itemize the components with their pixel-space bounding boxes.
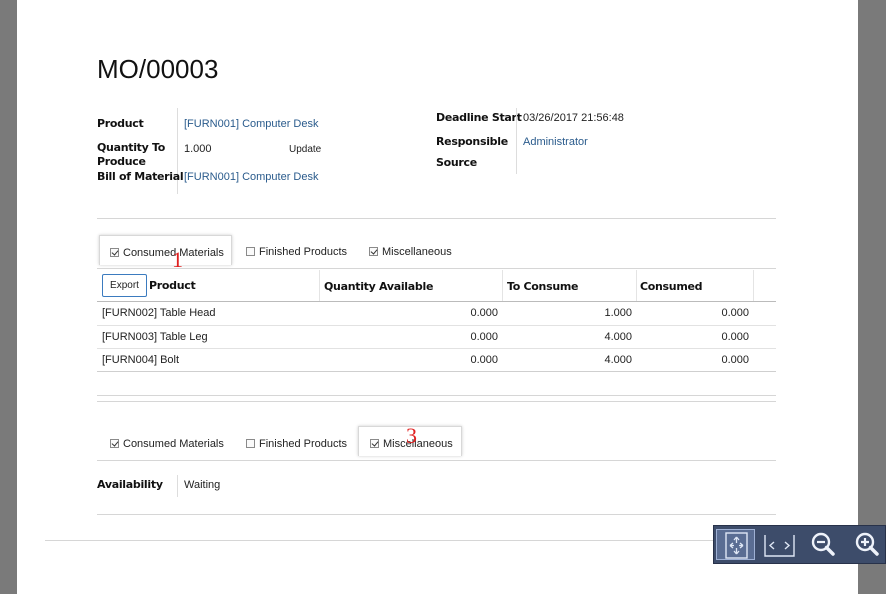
column-divider xyxy=(753,270,754,301)
column-divider xyxy=(502,270,503,301)
zoom-in-icon xyxy=(855,532,879,556)
checkbox-icon xyxy=(110,248,119,257)
product-label: Product xyxy=(97,117,144,130)
fit-page-button[interactable] xyxy=(716,529,755,560)
column-header-product[interactable]: Product xyxy=(149,279,196,292)
tab-label: Miscellaneous xyxy=(382,246,452,258)
checkbox-icon xyxy=(246,439,255,448)
cell-product: [FURN004] Bolt xyxy=(102,354,180,366)
cell-to-consume: 1.000 xyxy=(604,307,632,319)
checkbox-icon xyxy=(370,439,379,448)
cell-consumed: 0.000 xyxy=(721,354,749,366)
qty-label-line1: Quantity To xyxy=(97,141,166,154)
export-button[interactable]: Export xyxy=(102,274,147,297)
fit-width-button[interactable] xyxy=(760,529,799,560)
annotation-marker-1: 1 xyxy=(172,247,183,272)
zoom-out-button[interactable] xyxy=(804,529,843,560)
page-footer-rule xyxy=(45,540,825,541)
deadline-value: 03/26/2017 21:56:48 xyxy=(523,112,624,124)
tab-finished-products[interactable]: Finished Products xyxy=(246,427,347,457)
zoom-out-icon xyxy=(811,532,835,556)
cell-product: [FURN002] Table Head xyxy=(102,307,216,319)
tab-miscellaneous[interactable]: Miscellaneous xyxy=(369,235,452,265)
tab-label: Finished Products xyxy=(259,246,348,258)
qty-value: 1.000 xyxy=(184,143,212,155)
cell-qty-available: 0.000 xyxy=(470,307,498,319)
zoom-in-button[interactable] xyxy=(848,529,886,560)
row-divider xyxy=(97,348,776,349)
tab-label: Finished Products xyxy=(259,438,348,450)
product-link[interactable]: [FURN001] Computer Desk xyxy=(184,118,319,130)
fit-width-icon xyxy=(764,535,795,557)
cell-qty-available: 0.000 xyxy=(470,354,498,366)
bom-label: Bill of Material xyxy=(97,170,184,183)
tab-bar-divider xyxy=(97,268,776,269)
column-divider xyxy=(636,270,637,301)
availability-value: Waiting xyxy=(184,479,221,491)
checkbox-icon xyxy=(110,439,119,448)
responsible-label: Responsible xyxy=(436,135,508,148)
responsible-link[interactable]: Administrator xyxy=(523,136,588,148)
bom-link[interactable]: [FURN001] Computer Desk xyxy=(184,171,319,183)
source-label: Source xyxy=(436,156,477,169)
field-divider xyxy=(177,475,178,497)
checkbox-icon xyxy=(369,247,378,256)
divider xyxy=(97,218,776,219)
tab-label: Miscellaneous xyxy=(383,438,453,450)
table-bottom-border xyxy=(97,371,776,372)
tab-consumed-materials[interactable]: Consumed Materials xyxy=(110,427,224,457)
cell-product: [FURN003] Table Leg xyxy=(102,331,208,343)
table-header-border xyxy=(97,301,776,302)
row-divider xyxy=(97,325,776,326)
tab-bar-divider xyxy=(97,460,776,461)
divider xyxy=(97,514,776,515)
field-divider xyxy=(516,108,517,174)
fit-page-icon xyxy=(725,532,748,559)
tab-finished-products[interactable]: Finished Products xyxy=(246,235,347,265)
column-divider xyxy=(319,270,320,301)
annotation-marker-3: 3 xyxy=(406,423,417,448)
tab-label: Consumed Materials xyxy=(123,438,224,450)
tab-consumed-materials[interactable]: Consumed Materials xyxy=(99,235,232,265)
qty-label-line2: Produce xyxy=(97,155,146,168)
deadline-label: Deadline Start xyxy=(436,111,522,124)
divider xyxy=(97,401,776,402)
column-header-to-consume[interactable]: To Consume xyxy=(507,280,579,293)
availability-label: Availability xyxy=(97,478,163,491)
cell-to-consume: 4.000 xyxy=(604,331,632,343)
update-button[interactable]: Update xyxy=(289,144,321,155)
column-header-consumed[interactable]: Consumed xyxy=(640,280,703,293)
cell-qty-available: 0.000 xyxy=(470,331,498,343)
document-sheet: MO/00003 Product [FURN001] Computer Desk… xyxy=(17,0,858,594)
checkbox-icon xyxy=(246,247,255,256)
cell-consumed: 0.000 xyxy=(721,331,749,343)
cell-consumed: 0.000 xyxy=(721,307,749,319)
page-title: MO/00003 xyxy=(97,54,219,84)
viewer-toolbar xyxy=(713,525,886,564)
cell-to-consume: 4.000 xyxy=(604,354,632,366)
column-header-qty-available[interactable]: Quantity Available xyxy=(324,280,433,293)
divider xyxy=(97,395,776,396)
